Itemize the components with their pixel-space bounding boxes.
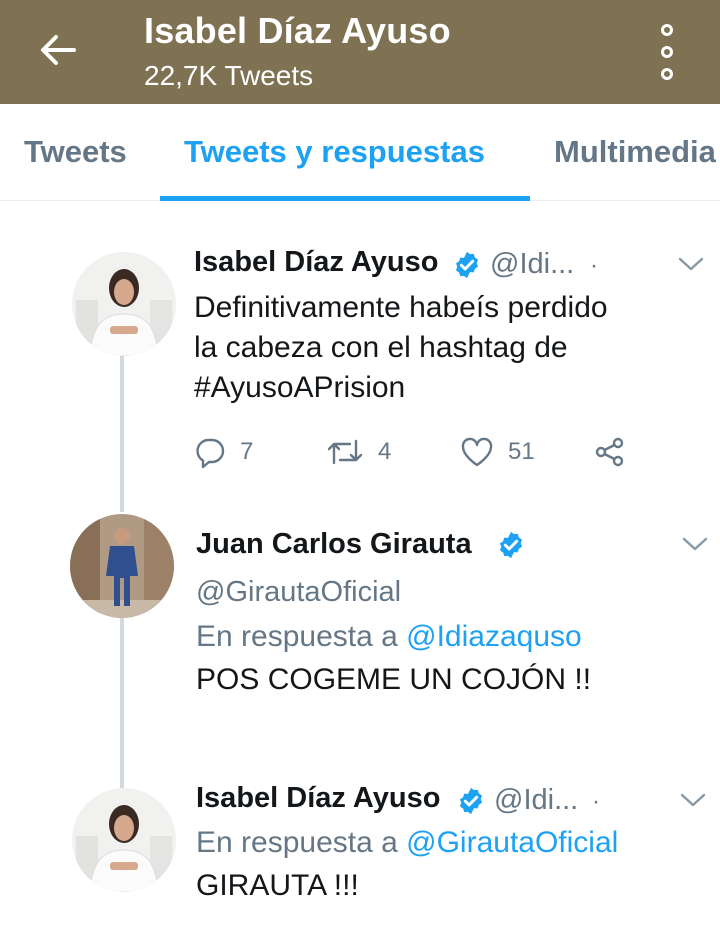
tweet-text: POS COGEME UN COJÓN !! (196, 663, 592, 696)
mention-link[interactable]: @GirautaOficial (406, 826, 618, 859)
avatar[interactable] (72, 788, 176, 892)
thread-line (120, 618, 124, 790)
tab-tweets-and-replies[interactable]: Tweets y respuestas (184, 134, 485, 170)
thread-line (120, 356, 124, 512)
like-count: 51 (508, 438, 535, 465)
like-action[interactable]: 51 (460, 432, 535, 472)
reply-context: En respuesta a @GirautaOficial (196, 826, 618, 860)
reply-prefix: En respuesta a (196, 620, 398, 653)
author-name[interactable]: Juan Carlos Girauta (196, 528, 472, 561)
tab-tweets[interactable]: Tweets (24, 134, 127, 170)
retweet-action[interactable]: 4 (326, 432, 391, 472)
retweet-icon (327, 439, 363, 465)
app-header: Isabel Díaz Ayuso 22,7K Tweets (0, 0, 720, 104)
author-handle[interactable]: @Idi... (494, 784, 578, 817)
reply-context: En respuesta a @Idiazaquso (196, 620, 582, 654)
reply-action[interactable]: 7 (194, 432, 253, 472)
verified-badge-icon (500, 531, 522, 559)
tweet-text: Definitivamente habeís perdido (194, 291, 608, 324)
tweet-text: #AyusoAPrision (194, 371, 406, 404)
chevron-down-icon[interactable] (680, 792, 706, 808)
reply-prefix: En respuesta a (196, 826, 398, 859)
reply-count: 7 (240, 438, 254, 465)
share-action[interactable] (594, 432, 626, 472)
author-name[interactable]: Isabel Díaz Ayuso (194, 246, 438, 279)
author-handle[interactable]: @GirautaOficial (196, 576, 401, 609)
reply-icon (196, 438, 225, 468)
tab-media[interactable]: Multimedia (554, 134, 716, 170)
verified-badge-icon (456, 251, 478, 279)
tweet-text: GIRAUTA !!! (196, 869, 359, 902)
profile-title: Isabel Díaz Ayuso (144, 10, 451, 51)
tweet-count: 22,7K Tweets (144, 60, 314, 91)
avatar[interactable] (72, 252, 176, 356)
chevron-down-icon[interactable] (678, 256, 704, 272)
author-handle[interactable]: @Idi... (490, 248, 574, 281)
profile-tabs: Tweets Tweets y respuestas Multimedia (0, 104, 720, 201)
mention-link[interactable]: @Idiazaquso (406, 620, 582, 653)
tweet-text: la cabeza con el hashtag de (194, 331, 568, 364)
verified-badge-icon (460, 787, 482, 815)
more-options-icon[interactable] (652, 24, 682, 80)
retweet-count: 4 (378, 438, 392, 465)
chevron-down-icon[interactable] (682, 536, 708, 552)
avatar[interactable] (70, 514, 174, 618)
heart-icon (461, 437, 493, 467)
separator-dot: · (592, 788, 600, 815)
author-name[interactable]: Isabel Díaz Ayuso (196, 782, 440, 815)
share-icon (595, 437, 624, 467)
active-tab-indicator (160, 196, 530, 201)
back-arrow-icon[interactable] (34, 26, 82, 74)
separator-dot: · (590, 252, 598, 279)
